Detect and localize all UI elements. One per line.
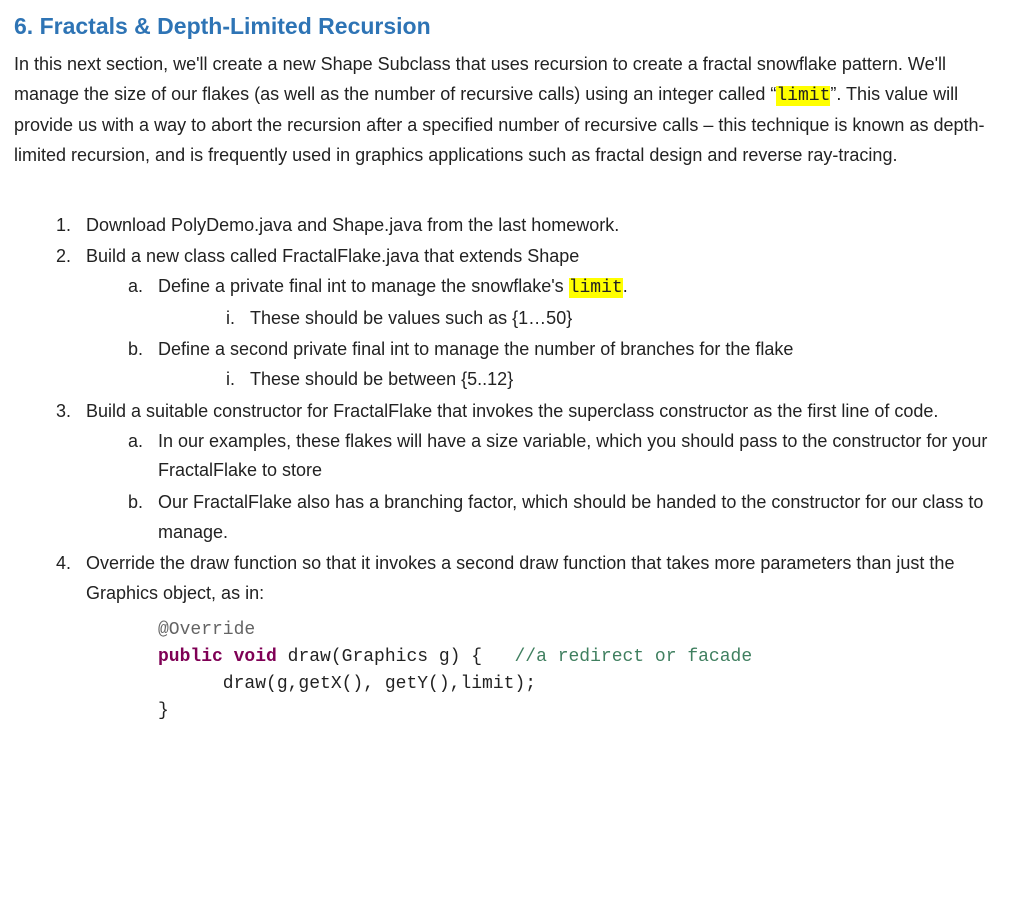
- step-2-text: Build a new class called FractalFlake.ja…: [86, 246, 579, 266]
- code-keyword-public: public: [158, 647, 223, 667]
- code-annotation: @Override: [158, 620, 255, 640]
- code-block: @Override public void draw(Graphics g) {…: [158, 617, 1009, 725]
- step-2a-pre: Define a private final int to manage the…: [158, 276, 569, 296]
- step-2b-i: These should be between {5..12}: [240, 365, 1009, 395]
- step-2b-text: Define a second private final int to man…: [158, 339, 793, 359]
- step-2a: Define a private final int to manage the…: [148, 272, 1009, 333]
- code-keyword-void: void: [234, 647, 277, 667]
- step-4-text: Override the draw function so that it in…: [86, 553, 954, 603]
- step-1: Download PolyDemo.java and Shape.java fr…: [76, 211, 1009, 241]
- step-2a-i: These should be values such as {1…50}: [240, 304, 1009, 334]
- step-2a-limit-highlight: limit: [569, 278, 623, 298]
- code-comment: //a redirect or facade: [514, 647, 752, 667]
- code-body: draw(g,getX(), getY(),limit);: [158, 674, 536, 694]
- steps-list: Download PolyDemo.java and Shape.java fr…: [14, 211, 1009, 725]
- step-3b: Our FractalFlake also has a branching fa…: [148, 488, 1009, 547]
- step-3-sublist: In our examples, these flakes will have …: [86, 427, 1009, 548]
- step-2a-post: .: [623, 276, 628, 296]
- step-2-sublist: Define a private final int to manage the…: [86, 272, 1009, 395]
- code-signature: draw(Graphics g) {: [277, 647, 515, 667]
- step-4: Override the draw function so that it in…: [76, 549, 1009, 724]
- step-2: Build a new class called FractalFlake.ja…: [76, 242, 1009, 394]
- intro-paragraph: In this next section, we'll create a new…: [14, 50, 1009, 171]
- step-3: Build a suitable constructor for Fractal…: [76, 397, 1009, 547]
- section-heading: 6. Fractals & Depth-Limited Recursion: [14, 8, 1009, 46]
- step-2b: Define a second private final int to man…: [148, 335, 1009, 394]
- step-3a: In our examples, these flakes will have …: [148, 427, 1009, 486]
- intro-limit-highlight: limit: [776, 86, 830, 106]
- step-3-text: Build a suitable constructor for Fractal…: [86, 401, 938, 421]
- step-2a-sublist: These should be values such as {1…50}: [158, 304, 1009, 334]
- step-2b-sublist: These should be between {5..12}: [158, 365, 1009, 395]
- code-close: }: [158, 701, 169, 721]
